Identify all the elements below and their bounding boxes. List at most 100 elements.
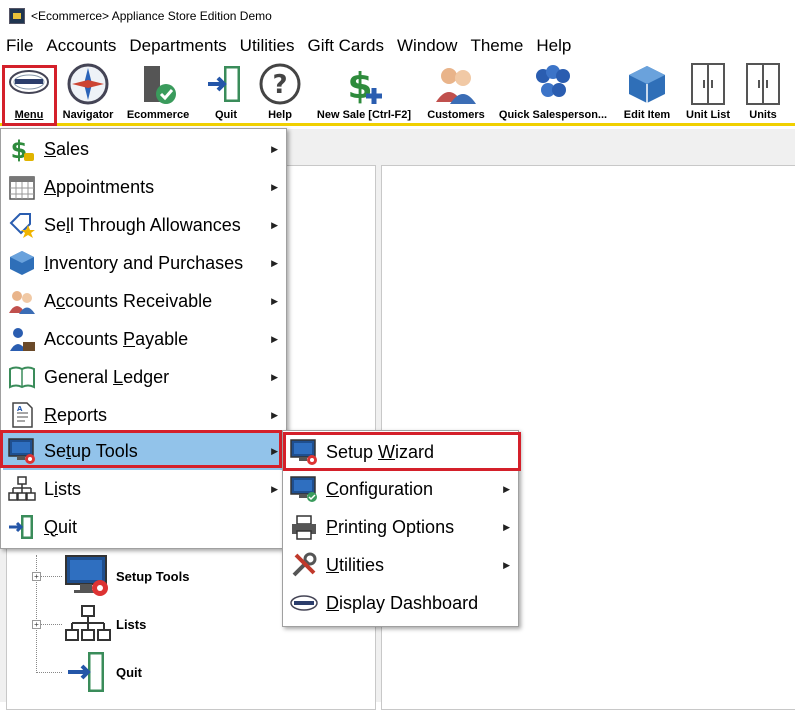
menu-item-label: Sales: [44, 138, 90, 159]
menu-item-reports[interactable]: A Reports ▶: [3, 397, 284, 433]
toolbar-label: Quit: [215, 109, 237, 121]
menu-item-label: Quit: [44, 516, 78, 537]
menu-item-label: Accounts Payable: [44, 328, 189, 349]
printer-icon: [292, 515, 316, 540]
person-briefcase-icon: [10, 328, 35, 351]
title-bar: <Ecommerce> Appliance Store Edition Demo: [0, 0, 795, 32]
tree-expand-toggle[interactable]: +: [32, 572, 41, 581]
menu-item-quit[interactable]: Quit: [3, 509, 284, 545]
menu-item-sales[interactable]: $ Sales ▶: [3, 131, 284, 167]
hierarchy-icon: [65, 605, 111, 641]
toolbar-label: Quick Salesperson...: [498, 109, 608, 121]
menu-item-sell-through-allowances[interactable]: Sell Through Allowances ▶: [3, 207, 284, 243]
salespeople-icon: [536, 65, 570, 97]
cabinet-icon: [746, 63, 780, 105]
monitor-check-icon: [290, 476, 317, 502]
toolbar-help-button[interactable]: ? Help: [256, 62, 304, 124]
report-icon: A: [12, 402, 33, 428]
tools-icon: [292, 552, 317, 577]
ecommerce-check-icon: [144, 66, 176, 104]
calendar-icon: [9, 176, 35, 200]
submenu-arrow-icon: ▶: [271, 333, 278, 344]
menu-item-label: General Ledger: [44, 366, 170, 387]
menu-bar: File Accounts Departments Utilities Gift…: [0, 32, 795, 60]
toolbar-label: New Sale [Ctrl-F2]: [316, 109, 412, 121]
tag-star-icon: [9, 213, 35, 238]
menubar-file[interactable]: File: [0, 36, 40, 56]
toolbar-label: Edit Item: [623, 109, 671, 121]
exit-door-icon: [68, 652, 104, 692]
toolbar-new-sale-button[interactable]: $ New Sale [Ctrl-F2]: [310, 62, 418, 124]
toolbar-edit-item-button[interactable]: Edit Item: [618, 62, 676, 124]
tree-expand-toggle[interactable]: +: [32, 620, 41, 629]
cube-icon: [10, 251, 34, 275]
main-menu-dropdown: $ Sales ▶ Appointments ▶ Sell Through Al…: [0, 128, 287, 549]
menu-item-general-ledger[interactable]: General Ledger ▶: [3, 359, 284, 395]
menubar-gift-cards[interactable]: Gift Cards: [301, 36, 391, 56]
menu-item-lists[interactable]: Lists ▶: [3, 471, 284, 507]
tree-node-label: Lists: [116, 616, 147, 632]
menubar-utilities[interactable]: Utilities: [234, 36, 302, 56]
toolbar-quick-salesperson-button[interactable]: Quick Salesperson...: [494, 62, 612, 124]
cube-icon: [629, 66, 665, 103]
menu-item-accounts-receivable[interactable]: Accounts Receivable ▶: [3, 283, 284, 319]
menu-item-accounts-payable[interactable]: Accounts Payable ▶: [3, 321, 284, 357]
menu-item-label: Accounts Receivable: [44, 290, 213, 311]
dollar-icon: $: [11, 136, 34, 163]
menu-item-label: Utilities: [326, 554, 385, 575]
toolbar-label: Unit List: [686, 109, 730, 121]
windward-logo-icon: [290, 595, 318, 611]
menu-item-configuration[interactable]: Configuration ▶: [285, 471, 516, 507]
submenu-arrow-icon: ▶: [271, 371, 278, 382]
submenu-arrow-icon: ▶: [271, 483, 278, 494]
submenu-arrow-icon: ▶: [271, 257, 278, 268]
toolbar-label: Help: [268, 109, 292, 121]
toolbar-unit-list-button[interactable]: Unit List: [682, 62, 734, 124]
menu-item-display-dashboard[interactable]: Display Dashboard: [285, 585, 516, 621]
menu-item-inventory-and-purchases[interactable]: Inventory and Purchases ▶: [3, 245, 284, 281]
book-icon: [9, 366, 35, 389]
menu-item-label: Sell Through Allowances: [44, 214, 241, 235]
app-icon: [9, 8, 25, 24]
svg-text:$: $: [347, 66, 372, 106]
submenu-arrow-icon: ▶: [271, 143, 278, 154]
tree-node-lists[interactable]: Lists: [64, 602, 146, 646]
toolbar-label: Customers: [427, 109, 485, 121]
exit-door-icon: [9, 515, 33, 539]
tree-node-quit[interactable]: Quit: [64, 650, 142, 694]
svg-text:A: A: [17, 405, 23, 413]
menubar-accounts[interactable]: Accounts: [40, 36, 123, 56]
toolbar-label: Units: [749, 109, 777, 121]
customers-icon: [436, 68, 476, 104]
menu-item-label: Reports: [44, 404, 108, 425]
menu-item-utilities[interactable]: Utilities ▶: [285, 547, 516, 583]
submenu-arrow-icon: ▶: [503, 521, 510, 532]
monitor-gear-icon: [65, 555, 108, 596]
toolbar-navigator-button[interactable]: Navigator: [58, 62, 118, 124]
compass-icon: [67, 63, 109, 105]
svg-text:?: ?: [272, 70, 287, 100]
toolbar-ecommerce-button[interactable]: Ecommerce: [122, 62, 194, 124]
menubar-theme[interactable]: Theme: [464, 36, 530, 56]
toolbar-label: Navigator: [62, 109, 114, 121]
toolbar-units-button[interactable]: Units: [740, 62, 786, 124]
menubar-departments[interactable]: Departments: [123, 36, 233, 56]
menu-item-printing-options[interactable]: Printing Options ▶: [285, 509, 516, 545]
menubar-help[interactable]: Help: [530, 36, 578, 56]
menu-item-appointments[interactable]: Appointments ▶: [3, 169, 284, 205]
toolbar: Menu Navigator Ecommerce Quit ? Help $ N…: [0, 60, 795, 126]
hierarchy-icon: [8, 476, 36, 501]
toolbar-quit-button[interactable]: Quit: [202, 62, 250, 124]
menu-button-highlight: [2, 65, 57, 126]
window-title: <Ecommerce> Appliance Store Edition Demo: [31, 9, 272, 23]
setup-wizard-highlight: [283, 432, 521, 471]
toolbar-label: Ecommerce: [126, 109, 190, 121]
submenu-arrow-icon: ▶: [271, 409, 278, 420]
submenu-arrow-icon: ▶: [271, 219, 278, 230]
exit-door-icon: [208, 66, 240, 102]
menu-item-label: Inventory and Purchases: [44, 252, 244, 273]
cabinet-icon: [691, 63, 725, 105]
tree-node-setup-tools[interactable]: Setup Tools: [64, 554, 189, 598]
menubar-window[interactable]: Window: [391, 36, 464, 56]
toolbar-customers-button[interactable]: Customers: [424, 62, 488, 124]
